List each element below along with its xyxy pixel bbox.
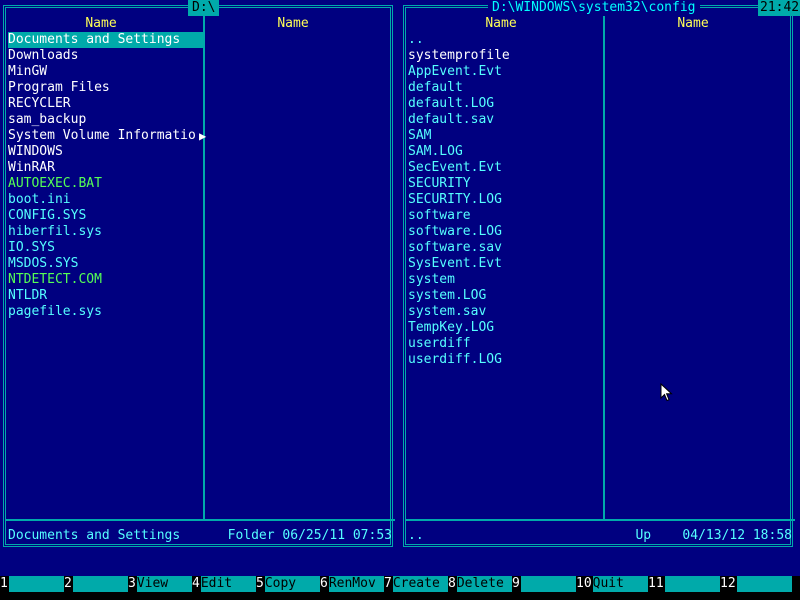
function-key-5[interactable]: 5 Copy <box>256 576 320 592</box>
right-panel[interactable]: D:\WINDOWS\system32\config Name Name .. s… <box>400 0 800 552</box>
file-item[interactable]: CONFIG.SYS <box>8 208 204 224</box>
right-status-info: Up 04/13/12 18:58 <box>635 528 792 543</box>
left-file-list: Documents and Settings Downloads MinGW Prog… <box>8 32 204 320</box>
file-item[interactable]: default.sav <box>408 112 604 128</box>
file-item[interactable]: SecEvent.Evt <box>408 160 604 176</box>
folder-item[interactable]: WINDOWS <box>8 144 204 160</box>
function-key-label: Quit <box>592 576 648 592</box>
function-key-number: 4 <box>192 576 201 592</box>
file-item[interactable]: hiberfil.sys <box>8 224 204 240</box>
function-key-3[interactable]: 3 View <box>128 576 192 592</box>
function-key-number: 10 <box>576 576 593 592</box>
function-key-label: View <box>136 576 192 592</box>
folder-item[interactable]: WinRAR <box>8 160 204 176</box>
function-key-label: Delete <box>456 576 512 592</box>
function-key-bar: 1 2 3 View 4 Edit 5 Copy 6 RenMov 7 Create 8 Delete 9 1… <box>0 576 800 592</box>
clock: 21:42 <box>758 0 800 16</box>
function-key-number: 11 <box>648 576 665 592</box>
function-key-label <box>8 576 64 592</box>
function-key-label: Create <box>392 576 448 592</box>
file-item[interactable]: SAM.LOG <box>408 144 604 160</box>
function-key-8[interactable]: 8 Delete <box>448 576 512 592</box>
function-key-label <box>736 576 792 592</box>
file-item[interactable]: SECURITY <box>408 176 604 192</box>
function-key-number: 8 <box>448 576 457 592</box>
function-key-number: 2 <box>64 576 73 592</box>
function-key-label: RenMov <box>328 576 384 592</box>
bottom-strip <box>0 592 800 600</box>
folder-item[interactable]: System Volume Informatio <box>8 128 204 144</box>
file-item[interactable]: system.sav <box>408 304 604 320</box>
file-item[interactable]: default.LOG <box>408 96 604 112</box>
function-key-number: 1 <box>0 576 9 592</box>
folder-item[interactable]: Documents and Settings <box>8 32 204 48</box>
function-key-12[interactable]: 12 <box>720 576 792 592</box>
file-item[interactable]: SysEvent.Evt <box>408 256 604 272</box>
file-item[interactable]: NTDETECT.COM <box>8 272 204 288</box>
function-key-label: Edit <box>200 576 256 592</box>
left-status-name: Documents and Settings <box>8 528 181 543</box>
right-column-header-2: Name <box>677 16 709 31</box>
mouse-cursor-icon <box>660 383 673 402</box>
file-item[interactable]: SECURITY.LOG <box>408 192 604 208</box>
file-item[interactable]: system <box>408 272 604 288</box>
folder-item[interactable]: Program Files <box>8 80 204 96</box>
folder-item[interactable]: RECYCLER <box>8 96 204 112</box>
file-item[interactable]: software <box>408 208 604 224</box>
function-key-7[interactable]: 7 Create <box>384 576 448 592</box>
file-item[interactable]: software.LOG <box>408 224 604 240</box>
file-item[interactable]: boot.ini <box>8 192 204 208</box>
function-key-10[interactable]: 10 Quit <box>576 576 648 592</box>
left-column-header-2: Name <box>277 16 309 31</box>
function-key-number: 6 <box>320 576 329 592</box>
function-key-label <box>72 576 128 592</box>
file-item[interactable]: userdiff.LOG <box>408 352 604 368</box>
folder-item[interactable]: sam_backup <box>8 112 204 128</box>
function-key-number: 7 <box>384 576 393 592</box>
function-key-9[interactable]: 9 <box>512 576 576 592</box>
left-path-title: D:\ <box>188 0 220 16</box>
file-item[interactable]: TempKey.LOG <box>408 320 604 336</box>
function-key-1[interactable]: 1 <box>0 576 64 592</box>
file-item[interactable]: default <box>408 80 604 96</box>
file-item[interactable]: NTLDR <box>8 288 204 304</box>
file-item[interactable]: software.sav <box>408 240 604 256</box>
file-item[interactable]: system.LOG <box>408 288 604 304</box>
folder-item[interactable]: Downloads <box>8 48 204 64</box>
file-item[interactable]: .. <box>408 32 604 48</box>
right-file-list: .. systemprofile AppEvent.Evt default defaul… <box>408 32 604 368</box>
file-item[interactable]: userdiff <box>408 336 604 352</box>
right-column-header-1: Name <box>485 16 517 31</box>
file-item[interactable]: SAM <box>408 128 604 144</box>
file-item[interactable]: AUTOEXEC.BAT <box>8 176 204 192</box>
function-key-label: Copy <box>264 576 320 592</box>
function-key-4[interactable]: 4 Edit <box>192 576 256 592</box>
right-status-name: .. <box>408 528 424 543</box>
name-truncated-arrow-icon: ▶ <box>199 129 207 143</box>
file-item[interactable]: AppEvent.Evt <box>408 64 604 80</box>
function-key-11[interactable]: 11 <box>648 576 720 592</box>
folder-item[interactable]: MinGW <box>8 64 204 80</box>
left-status-separator <box>5 519 395 521</box>
function-key-label <box>664 576 720 592</box>
function-key-number: 9 <box>512 576 521 592</box>
function-key-number: 5 <box>256 576 265 592</box>
right-path-title: D:\WINDOWS\system32\config <box>488 0 700 16</box>
function-key-2[interactable]: 2 <box>64 576 128 592</box>
function-key-6[interactable]: 6 RenMov <box>320 576 384 592</box>
file-item[interactable]: pagefile.sys <box>8 304 204 320</box>
left-panel[interactable]: D:\ Name Name Documents and Settings Down… <box>0 0 400 552</box>
function-key-number: 3 <box>128 576 137 592</box>
file-item[interactable]: MSDOS.SYS <box>8 256 204 272</box>
function-key-label <box>520 576 576 592</box>
function-key-number: 12 <box>720 576 737 592</box>
right-status-separator <box>405 519 795 521</box>
left-column-header-1: Name <box>85 16 117 31</box>
left-status-info: Folder 06/25/11 07:53 <box>227 528 392 543</box>
file-item[interactable]: IO.SYS <box>8 240 204 256</box>
folder-item[interactable]: systemprofile <box>408 48 604 64</box>
